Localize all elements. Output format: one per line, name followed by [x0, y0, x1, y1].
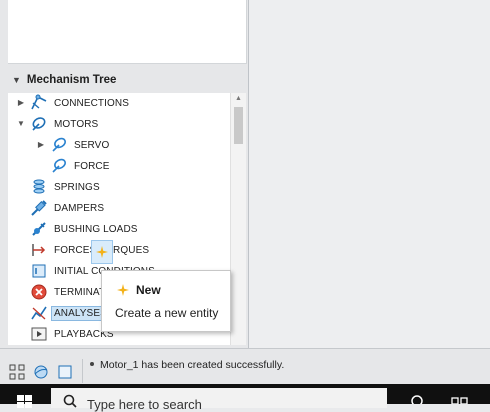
- analysis-icon: [30, 304, 48, 322]
- expand-arrow-icon[interactable]: ▶: [36, 140, 46, 149]
- tree-item-connections[interactable]: ▶ CONNECTIONS: [16, 93, 129, 113]
- popup-description: Create a new entity: [115, 306, 219, 320]
- tree-scrollbar[interactable]: ▲: [230, 93, 246, 345]
- full-screen-icon[interactable]: [56, 363, 74, 381]
- expand-arrow-icon[interactable]: ▶: [16, 98, 26, 107]
- windows-start-icon[interactable]: [14, 392, 36, 408]
- new-entity-sparkle-icon: [116, 283, 130, 297]
- force-motor-icon: [50, 157, 68, 175]
- status-message: Motor_1 has been created successfully.: [90, 359, 284, 371]
- mechanism-tree-title: Mechanism Tree: [26, 74, 117, 86]
- tree-item-springs[interactable]: SPRINGS: [30, 177, 100, 197]
- tree-item-label: BUSHING LOADS: [54, 223, 138, 235]
- collapse-arrow-icon[interactable]: ▼: [16, 119, 26, 128]
- taskbar-app-icon[interactable]: [450, 394, 470, 407]
- model-tree-upper-pane: [8, 0, 247, 64]
- tree-item-analyses[interactable]: ANALYSES: [30, 303, 110, 323]
- popup-title-text: New: [136, 283, 161, 297]
- status-divider: [82, 359, 83, 383]
- tree-item-label: DAMPERS: [54, 202, 105, 214]
- tree-item-label: CONNECTIONS: [54, 97, 129, 109]
- popup-title[interactable]: New: [116, 283, 161, 297]
- connections-icon: [30, 94, 48, 112]
- windows-taskbar: Type here to search: [0, 384, 490, 412]
- collapse-triangle-icon[interactable]: ▼: [12, 75, 21, 85]
- tree-item-label: SERVO: [74, 139, 110, 151]
- drag-new-entity-icon: [91, 240, 113, 264]
- spring-icon: [30, 178, 48, 196]
- new-entity-popup[interactable]: New Create a new entity: [101, 270, 231, 332]
- tree-item-label: FORCE: [74, 160, 110, 172]
- tree-item-dampers[interactable]: DAMPERS: [30, 198, 104, 218]
- damper-icon: [30, 199, 48, 217]
- taskbar-search-text: Type here to search: [87, 397, 202, 412]
- servo-motor-icon: [50, 136, 68, 154]
- tree-item-label: MOTORS: [54, 118, 99, 130]
- browser-globe-icon[interactable]: [32, 363, 50, 381]
- motors-icon: [30, 115, 48, 133]
- search-icon: [63, 394, 77, 411]
- playback-icon: [30, 325, 48, 343]
- termination-conditions-icon: [30, 283, 48, 301]
- status-bar: Motor_1 has been created successfully.: [0, 348, 490, 385]
- tree-item-label: SPRINGS: [54, 181, 100, 193]
- force-torque-icon: [30, 241, 48, 259]
- status-message-text: Motor_1 has been created successfully.: [100, 359, 285, 371]
- tree-item-motors[interactable]: ▼ MOTORS: [16, 114, 98, 134]
- bushing-load-icon: [30, 220, 48, 238]
- initial-conditions-icon: [30, 262, 48, 280]
- graphics-area[interactable]: [249, 0, 490, 348]
- tree-item-servo[interactable]: ▶ SERVO: [36, 135, 109, 155]
- task-view-icon[interactable]: [410, 394, 424, 407]
- scroll-up-arrow-icon[interactable]: ▲: [231, 95, 246, 102]
- scrollbar-thumb[interactable]: [234, 107, 243, 144]
- tree-item-forces-torques[interactable]: FORCES/TORQUES: [30, 240, 149, 260]
- taskbar-search-box[interactable]: Type here to search: [51, 388, 387, 412]
- tree-item-bushing-loads[interactable]: BUSHING LOADS: [30, 219, 138, 239]
- layout-toggle-icon[interactable]: [8, 363, 26, 381]
- mechanism-tree-header[interactable]: ▼ Mechanism Tree: [12, 72, 116, 88]
- tree-item-force[interactable]: FORCE: [50, 156, 110, 176]
- bullet-icon: [90, 362, 94, 366]
